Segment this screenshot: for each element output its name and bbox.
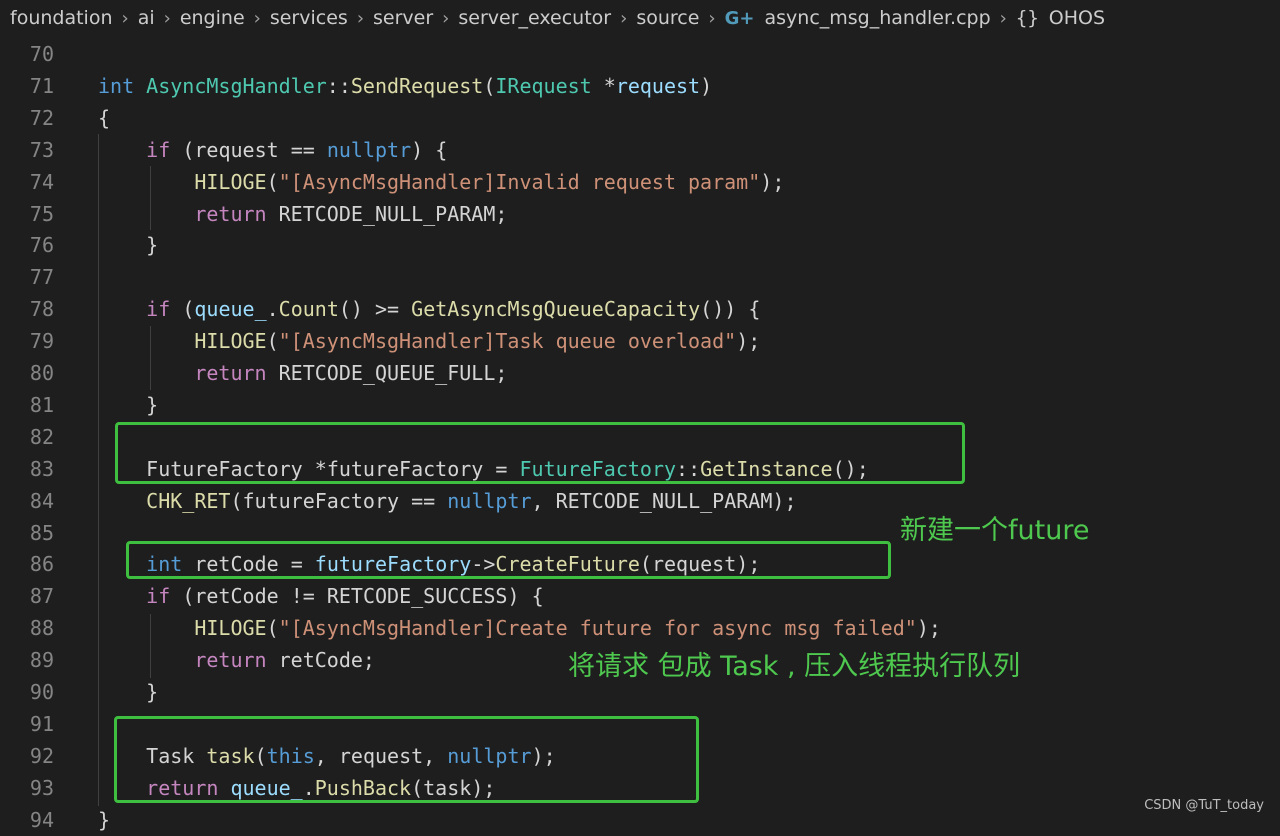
chevron-right-icon: ›: [163, 7, 171, 29]
code-text: if (retCode != RETCODE_SUCCESS) {: [146, 584, 544, 609]
line-number: 91: [29, 711, 54, 736]
highlight-box-create-future: [126, 541, 891, 579]
braces-icon: {}: [1015, 7, 1039, 29]
code-line[interactable]: 78 if (queue_.Count() >= GetAsyncMsgQueu…: [0, 293, 1280, 325]
line-number: 79: [29, 329, 54, 354]
line-number: 86: [29, 552, 54, 577]
breadcrumb-item-engine[interactable]: engine: [180, 7, 245, 29]
line-number: 77: [29, 265, 54, 290]
code-line[interactable]: 73 if (request == nullptr) {: [0, 134, 1280, 166]
line-number: 92: [29, 743, 54, 768]
chevron-right-icon: ›: [708, 7, 716, 29]
code-line[interactable]: 79 HILOGE("[AsyncMsgHandler]Task queue o…: [0, 325, 1280, 357]
annotation-new-future: 新建一个future: [900, 515, 1090, 546]
highlight-box-task-push: [114, 716, 699, 803]
line-number: 85: [29, 520, 54, 545]
code-line[interactable]: 94}: [0, 804, 1280, 836]
code-line[interactable]: 76 }: [0, 229, 1280, 261]
line-number: 88: [29, 616, 54, 641]
breadcrumb-item-server-executor[interactable]: server_executor: [458, 7, 611, 29]
code-line[interactable]: 81 }: [0, 389, 1280, 421]
chevron-right-icon: ›: [442, 7, 450, 29]
breadcrumb-item-source[interactable]: source: [636, 7, 699, 29]
line-number: 76: [29, 233, 54, 258]
code-line[interactable]: 74 HILOGE("[AsyncMsgHandler]Invalid requ…: [0, 166, 1280, 198]
line-number: 89: [29, 648, 54, 673]
code-text: int AsyncMsgHandler::SendRequest(IReques…: [98, 73, 713, 98]
line-number: 72: [29, 105, 54, 130]
highlight-box-future-factory: [115, 422, 965, 484]
breadcrumb-namespace[interactable]: OHOS: [1049, 7, 1105, 29]
code-text: return RETCODE_NULL_PARAM;: [194, 201, 508, 226]
breadcrumb-file[interactable]: async_msg_handler.cpp: [764, 7, 990, 29]
code-text: }: [146, 392, 159, 417]
line-number: 90: [29, 680, 54, 704]
code-text: CHK_RET(futureFactory == nullptr, RETCOD…: [146, 488, 797, 513]
breadcrumb-item-ai[interactable]: ai: [138, 7, 155, 29]
code-text: if (queue_.Count() >= GetAsyncMsgQueueCa…: [146, 297, 761, 322]
breadcrumb-item-foundation[interactable]: foundation: [10, 7, 113, 29]
chevron-right-icon: ›: [999, 7, 1007, 29]
code-text: return retCode;: [194, 648, 375, 673]
watermark: CSDN @TuT_today: [1144, 798, 1264, 813]
line-number: 73: [29, 137, 54, 162]
line-number: 84: [29, 488, 54, 513]
code-line[interactable]: 70: [0, 38, 1280, 70]
chevron-right-icon: ›: [356, 7, 365, 29]
code-text: {: [98, 105, 111, 130]
breadcrumb-item-services[interactable]: services: [270, 7, 348, 29]
code-line[interactable]: 72 {: [0, 102, 1280, 134]
line-number: 80: [29, 361, 54, 385]
line-number: 81: [29, 392, 54, 417]
code-line[interactable]: 88 HILOGE("[AsyncMsgHandler]Create futur…: [0, 612, 1280, 644]
line-number: 75: [29, 201, 54, 226]
chevron-right-icon: ›: [253, 7, 261, 29]
chevron-right-icon: ›: [121, 7, 129, 29]
cpp-file-icon: G+: [724, 7, 755, 29]
code-text: }: [146, 233, 159, 258]
code-line[interactable]: 80 return RETCODE_QUEUE_FULL;: [0, 357, 1280, 389]
breadcrumb-item-server[interactable]: server: [373, 7, 433, 29]
line-number: 82: [29, 424, 54, 449]
code-text: }: [146, 680, 159, 704]
code-text: }: [98, 807, 111, 832]
chevron-right-icon: ›: [620, 7, 628, 29]
code-text: HILOGE("[AsyncMsgHandler]Create future f…: [194, 616, 941, 641]
line-number: 71: [29, 73, 54, 98]
code-text: HILOGE("[AsyncMsgHandler]Task queue over…: [194, 329, 761, 354]
code-line[interactable]: 87 if (retCode != RETCODE_SUCCESS) {: [0, 580, 1280, 612]
code-line[interactable]: 77: [0, 261, 1280, 293]
line-number: 94: [29, 807, 54, 832]
line-number: 93: [29, 775, 54, 800]
code-line[interactable]: 71 int AsyncMsgHandler::SendRequest(IRequ…: [0, 70, 1280, 102]
line-number: 74: [29, 169, 54, 194]
annotation-wrap-task: 将请求 包成 Task , 压入线程执行队列: [568, 651, 1021, 682]
line-number: 83: [29, 456, 54, 481]
line-number: 78: [29, 297, 54, 322]
breadcrumb: foundation › ai › engine › services › se…: [0, 0, 1280, 36]
code-text: if (request == nullptr) {: [146, 137, 448, 162]
line-number: 70: [29, 42, 54, 66]
code-line[interactable]: 75 return RETCODE_NULL_PARAM;: [0, 198, 1280, 230]
line-number: 87: [29, 584, 54, 609]
code-text: HILOGE("[AsyncMsgHandler]Invalid request…: [194, 169, 785, 194]
code-text: return RETCODE_QUEUE_FULL;: [194, 361, 508, 385]
